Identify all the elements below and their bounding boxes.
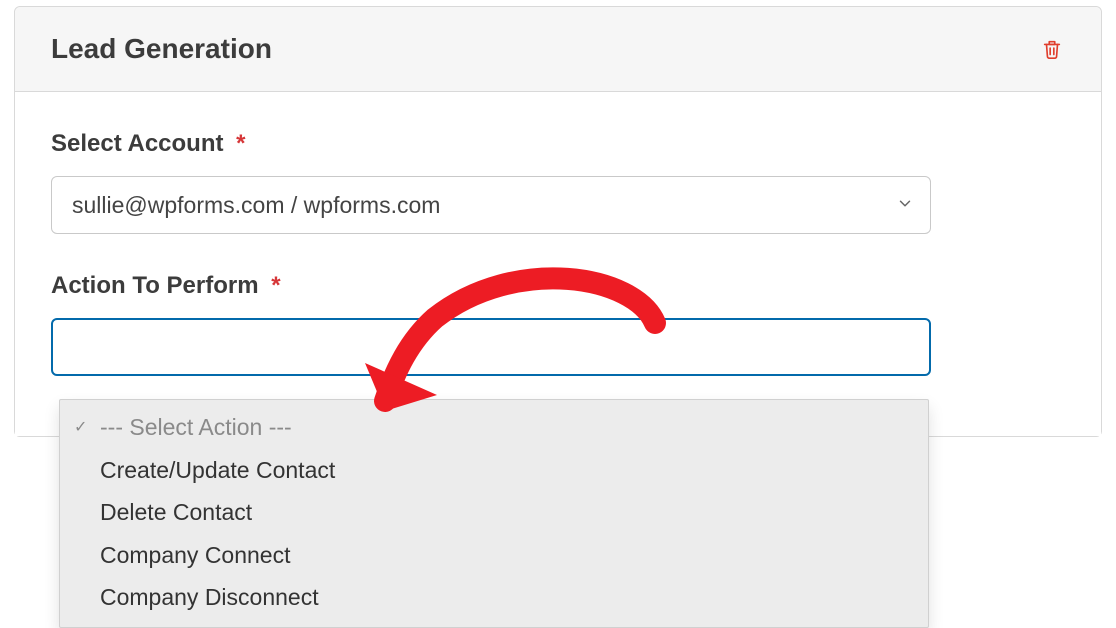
panel-title: Lead Generation	[51, 33, 272, 65]
select-account-value: sullie@wpforms.com / wpforms.com	[72, 192, 440, 219]
dropdown-option-label: Create/Update Contact	[100, 457, 335, 483]
dropdown-option-label: --- Select Action ---	[100, 414, 292, 440]
dropdown-option-label: Delete Contact	[100, 499, 252, 525]
required-indicator: *	[271, 272, 280, 299]
trash-icon[interactable]	[1039, 36, 1065, 62]
dropdown-option-label: Company Connect	[100, 542, 291, 568]
check-icon: ✓	[74, 416, 87, 440]
dropdown-option-company-connect[interactable]: Company Connect	[60, 534, 928, 577]
dropdown-option-create-update-contact[interactable]: Create/Update Contact	[60, 449, 928, 492]
action-to-perform-dropdown[interactable]	[51, 318, 931, 376]
dropdown-option-placeholder: ✓ --- Select Action ---	[60, 406, 928, 449]
dropdown-option-company-disconnect[interactable]: Company Disconnect	[60, 576, 928, 619]
action-dropdown-menu: ✓ --- Select Action --- Create/Update Co…	[59, 399, 929, 628]
integration-panel: Lead Generation Select Account * sullie@…	[14, 6, 1102, 437]
field-label-text: Select Account	[51, 130, 224, 157]
select-account-dropdown[interactable]: sullie@wpforms.com / wpforms.com	[51, 176, 931, 234]
action-to-perform-label: Action To Perform *	[51, 272, 1065, 300]
chevron-down-icon	[896, 192, 914, 219]
dropdown-option-delete-contact[interactable]: Delete Contact	[60, 491, 928, 534]
select-account-label: Select Account *	[51, 130, 1065, 158]
required-indicator: *	[236, 130, 245, 157]
panel-header: Lead Generation	[15, 7, 1101, 92]
field-label-text: Action To Perform	[51, 272, 259, 299]
panel-body: Select Account * sullie@wpforms.com / wp…	[15, 92, 1101, 436]
dropdown-option-label: Company Disconnect	[100, 584, 319, 610]
